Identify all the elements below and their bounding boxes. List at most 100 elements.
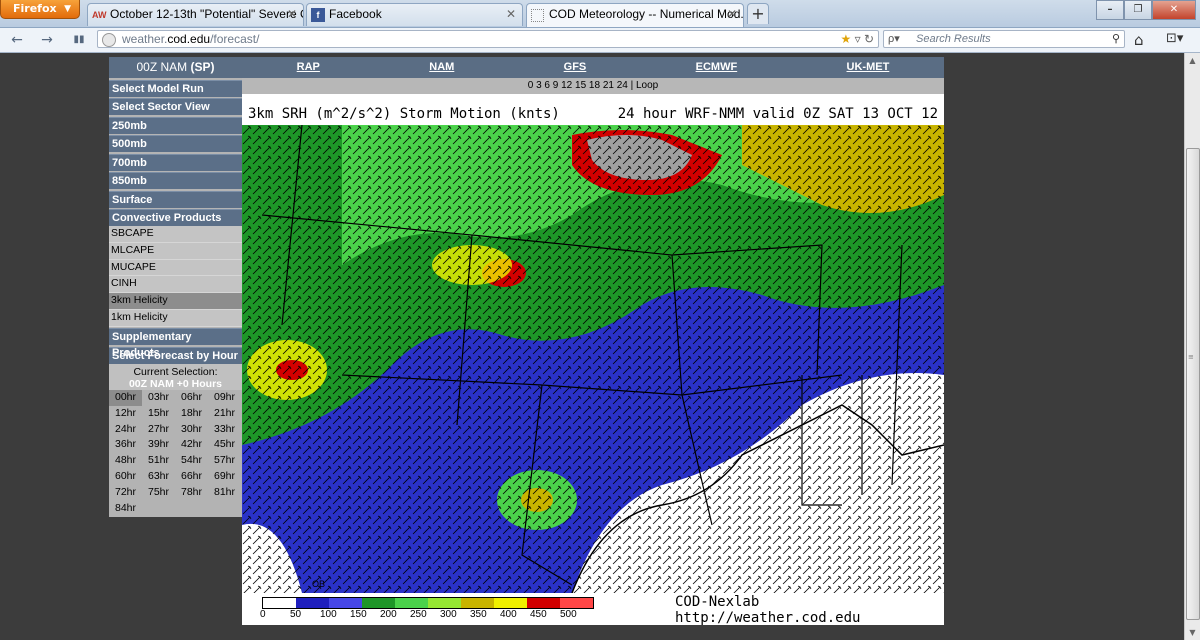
color-scale-swatch	[362, 598, 395, 608]
color-scale-label: 0	[260, 609, 266, 620]
new-tab-button[interactable]: +	[747, 3, 769, 24]
color-scale-labels: 0 50 100 150 200 250 300 350 400 450 500	[259, 609, 579, 621]
forecast-hour-42hr[interactable]: 42hr	[175, 437, 208, 453]
forecast-hour-00hr[interactable]: 00hr	[109, 389, 142, 406]
select-forecast-by-hour-button[interactable]: Select Forecast by Hour	[109, 346, 242, 364]
select-model-run-button[interactable]: Select Model Run	[109, 79, 242, 97]
tab-title: COD Meteorology -- Numerical Mod...	[549, 7, 744, 21]
forecast-hour-24hr[interactable]: 24hr	[109, 422, 142, 438]
current-selection: Current Selection: 00Z NAM +0 Hours	[109, 363, 242, 390]
close-icon[interactable]: ✕	[287, 4, 297, 25]
model-link-gfs[interactable]: GFS	[564, 57, 587, 78]
tab-facebook[interactable]: f Facebook ✕	[306, 3, 523, 26]
extensions-icon[interactable]: ⊡▾	[1166, 31, 1183, 46]
forecast-hour-45hr[interactable]: 45hr	[208, 437, 241, 453]
model-link-nam[interactable]: NAM	[429, 57, 454, 78]
forecast-hour-grid: 00hr 03hr 06hr 09hr 12hr 15hr 18hr 21hr 24hr 27hr…	[109, 389, 242, 517]
aw-favicon-icon: AW	[92, 10, 107, 20]
scroll-down-icon[interactable]: ▼	[1185, 625, 1200, 640]
850mb-button[interactable]: 850mb	[109, 172, 242, 189]
forecast-hour-54hr[interactable]: 54hr	[175, 453, 208, 469]
forecast-hour-63hr[interactable]: 63hr	[142, 469, 175, 485]
forecast-hour-78hr[interactable]: 78hr	[175, 485, 208, 501]
url-path: /forecast/	[210, 32, 260, 46]
forecast-hour-09hr[interactable]: 09hr	[208, 390, 241, 406]
forecast-hour-39hr[interactable]: 39hr	[142, 437, 175, 453]
dropdown-icon[interactable]: ▿	[855, 32, 861, 46]
firefox-menu-button[interactable]: Firefox ▼	[0, 0, 80, 19]
minimize-button[interactable]: –	[1096, 0, 1124, 20]
home-icon[interactable]: ⌂	[1134, 31, 1144, 49]
site-identity-icon[interactable]	[102, 33, 116, 47]
product-3km-helicity[interactable]: 3km Helicity	[109, 293, 242, 310]
surface-button[interactable]: Surface	[109, 190, 242, 208]
product-1km-helicity[interactable]: 1km Helicity	[109, 309, 242, 327]
forecast-hour-81hr[interactable]: 81hr	[208, 485, 241, 501]
forward-button[interactable]: →	[38, 31, 56, 49]
tab-title: Facebook	[329, 7, 382, 21]
close-icon[interactable]: ✕	[727, 4, 737, 25]
forecast-hour-66hr[interactable]: 66hr	[175, 469, 208, 485]
250mb-button[interactable]: 250mb	[109, 116, 242, 134]
product-mucape[interactable]: MUCAPE	[109, 259, 242, 277]
convective-products-button[interactable]: Convective Products	[109, 209, 242, 226]
forecast-hour-06hr[interactable]: 06hr	[175, 390, 208, 406]
forecast-hour-15hr[interactable]: 15hr	[142, 406, 175, 422]
forecast-hour-60hr[interactable]: 60hr	[109, 469, 142, 485]
search-input[interactable]: ρ▾ Search Results ⚲	[883, 30, 1125, 48]
map-credit: COD-Nexlab http://weather.cod.edu	[675, 594, 861, 626]
restore-button[interactable]: ❐	[1124, 0, 1152, 20]
forecast-hour-27hr[interactable]: 27hr	[142, 422, 175, 438]
select-sector-view-button[interactable]: Select Sector View	[109, 98, 242, 115]
forecast-hour-57hr[interactable]: 57hr	[208, 453, 241, 469]
forecast-hour-21hr[interactable]: 21hr	[208, 406, 241, 422]
model-link-ukmet[interactable]: UK-MET	[847, 57, 890, 78]
close-window-button[interactable]: ✕	[1152, 0, 1196, 20]
grip-icon: ≡	[1188, 353, 1194, 361]
forecast-hour-48hr[interactable]: 48hr	[109, 453, 142, 469]
url-prefix: weather.	[122, 32, 168, 46]
forecast-hour-03hr[interactable]: 03hr	[142, 390, 175, 406]
search-icon[interactable]: ⚲	[1112, 31, 1120, 48]
forecast-hour-36hr[interactable]: 36hr	[109, 437, 142, 453]
color-scale-label: 500	[560, 609, 577, 620]
vertical-scrollbar[interactable]: ▲ ≡ ▼	[1184, 53, 1200, 640]
scrollbar-thumb[interactable]	[1186, 148, 1200, 620]
search-engine-icon[interactable]: ρ▾	[888, 31, 900, 48]
forecast-hour-72hr[interactable]: 72hr	[109, 485, 142, 501]
model-link-ecmwf[interactable]: ECMWF	[696, 57, 738, 78]
forecast-hours-line[interactable]: 0 3 6 9 12 15 18 21 24 | Loop	[242, 78, 944, 94]
forecast-hour-12hr[interactable]: 12hr	[109, 406, 142, 422]
scroll-up-icon[interactable]: ▲	[1185, 53, 1200, 68]
chevron-down-icon: ▼	[64, 4, 71, 14]
500mb-button[interactable]: 500mb	[109, 135, 242, 152]
supplementary-products-button[interactable]: Supplementary Products	[109, 328, 242, 359]
product-cinh[interactable]: CINH	[109, 276, 242, 294]
wind-barbs	[242, 125, 944, 593]
tab-forum[interactable]: AW October 12-13th "Potential" Severe O.…	[87, 3, 304, 26]
bookmarks-bar-icon[interactable]: ▮▮	[70, 31, 88, 49]
close-icon[interactable]: ✕	[506, 4, 516, 25]
forecast-hour-18hr[interactable]: 18hr	[175, 406, 208, 422]
color-scale-swatch	[296, 598, 329, 608]
url-bar[interactable]: weather.cod.edu/forecast/ ★ ▿ ↻	[97, 30, 879, 48]
reload-icon[interactable]: ↻	[864, 32, 874, 46]
forecast-hour-84hr[interactable]: 84hr	[109, 501, 142, 517]
bookmark-star-icon[interactable]: ★	[840, 32, 851, 46]
forecast-hour-51hr[interactable]: 51hr	[142, 453, 175, 469]
forecast-hour-69hr[interactable]: 69hr	[208, 469, 241, 485]
color-scale-label: 350	[470, 609, 487, 620]
product-mlcape[interactable]: MLCAPE	[109, 242, 242, 260]
navigation-bar: ← → ▮▮ weather.cod.edu/forecast/ ★ ▿ ↻ ρ…	[0, 28, 1200, 53]
product-sbcape[interactable]: SBCAPE	[109, 226, 242, 243]
color-scale-label: 250	[410, 609, 427, 620]
color-scale-swatch	[527, 598, 560, 608]
back-button[interactable]: ←	[8, 31, 26, 49]
model-link-rap[interactable]: RAP	[297, 57, 320, 78]
forecast-hour-75hr[interactable]: 75hr	[142, 485, 175, 501]
700mb-button[interactable]: 700mb	[109, 153, 242, 171]
forecast-hour-33hr[interactable]: 33hr	[208, 422, 241, 438]
forecast-hour-30hr[interactable]: 30hr	[175, 422, 208, 438]
tab-cod-meteorology[interactable]: COD Meteorology -- Numerical Mod... ✕	[526, 3, 744, 27]
search-placeholder: Search Results	[916, 33, 991, 45]
